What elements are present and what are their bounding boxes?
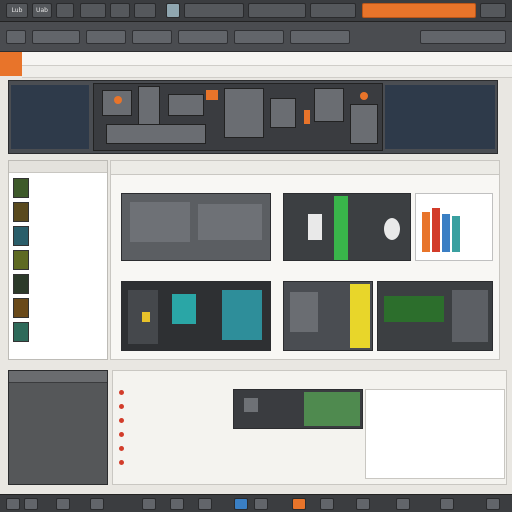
menu-button-2[interactable] [32,30,80,44]
toolbar-button-4[interactable] [80,3,106,18]
bottom-row-6[interactable] [119,459,229,467]
bottom-row-5[interactable] [119,445,229,453]
bottom-panel [112,370,507,485]
main-content-area [110,160,500,360]
sub-ribbon-bar [22,66,512,78]
bottom-preview-image[interactable] [233,389,363,429]
taskbar-icon[interactable] [254,498,268,510]
lower-left-panel [8,370,108,485]
bottom-row-4[interactable] [119,431,229,439]
banner-machine-illustration [93,83,383,151]
bottom-blank-pane [365,389,505,479]
menu-button-8[interactable] [420,30,506,44]
left-rail-header [9,161,107,173]
taskbar-icon-active[interactable] [234,498,248,510]
thumbnail-image [13,226,29,246]
main-tab-strip [111,161,499,175]
menu-button-5[interactable] [178,30,228,44]
ribbon-bar [22,52,512,66]
pane-5[interactable] [283,281,373,351]
pane-4[interactable] [121,281,271,351]
rail-item-7[interactable] [11,321,105,343]
bottom-row-3[interactable] [119,417,229,425]
thumbnail-image [13,178,29,198]
menu-bar [0,22,512,52]
menu-button-3[interactable] [86,30,126,44]
menu-button-6[interactable] [234,30,284,44]
thumbnail-image [13,298,29,318]
banner-info-panel-right [385,85,495,149]
rail-item-6[interactable] [11,297,105,319]
rail-item-1[interactable] [11,177,105,199]
toolbar-button-9[interactable] [248,3,306,18]
taskbar-icon[interactable] [198,498,212,510]
taskbar-icon[interactable] [142,498,156,510]
rail-item-4[interactable] [11,249,105,271]
bottom-row-1[interactable] [119,389,229,397]
pane-1[interactable] [121,193,271,261]
taskbar-icon[interactable] [170,498,184,510]
menu-button-4[interactable] [132,30,172,44]
toolbar-button-11[interactable] [480,3,506,18]
status-dot-icon [119,390,124,395]
header-banner [8,80,498,154]
taskbar-icon[interactable] [24,498,38,510]
toolbar-button-6[interactable] [134,3,156,18]
top-toolbar: Lub Uab [0,0,512,22]
toolbar-button-10[interactable] [310,3,356,18]
taskbar-icon[interactable] [486,498,500,510]
thumbnail-image [13,250,29,270]
thumbnail-image [13,322,29,342]
toolbar-button-1[interactable]: Lub [6,3,28,18]
toolbar-button-2[interactable]: Uab [32,3,52,18]
status-dot-icon [119,404,124,409]
rail-item-3[interactable] [11,225,105,247]
taskbar-icon[interactable] [396,498,410,510]
orange-app-tab[interactable] [0,52,22,76]
taskbar-icon-orange[interactable] [292,498,306,510]
left-thumbnail-rail [8,160,108,360]
rail-item-2[interactable] [11,201,105,223]
status-dot-icon [119,446,124,451]
toolbar-button-label: Uab [36,7,48,14]
banner-info-panel-left [11,85,89,149]
pane-2[interactable] [283,193,411,261]
taskbar-icon[interactable] [440,498,454,510]
status-dot-icon [119,418,124,423]
toolbar-button-3[interactable] [56,3,74,18]
toolbar-button-orange[interactable] [362,3,476,18]
taskbar-icon[interactable] [90,498,104,510]
toolbar-button-8[interactable] [184,3,244,18]
menu-button-1[interactable] [6,30,26,44]
status-dot-icon [119,432,124,437]
thumbnail-image [13,202,29,222]
taskbar-icon[interactable] [356,498,370,510]
toolbar-button-7[interactable] [166,3,180,18]
toolbar-button-label: Lub [11,7,23,14]
menu-button-7[interactable] [290,30,350,44]
taskbar [0,494,512,512]
pane-6[interactable] [377,281,493,351]
lower-left-header [9,371,107,383]
status-dot-icon [119,460,124,465]
thumbnail-image [13,274,29,294]
rail-item-5[interactable] [11,273,105,295]
toolbar-button-5[interactable] [110,3,130,18]
taskbar-icon[interactable] [56,498,70,510]
taskbar-icon[interactable] [320,498,334,510]
taskbar-icon[interactable] [6,498,20,510]
bottom-row-2[interactable] [119,403,229,411]
pane-3[interactable] [415,193,493,261]
